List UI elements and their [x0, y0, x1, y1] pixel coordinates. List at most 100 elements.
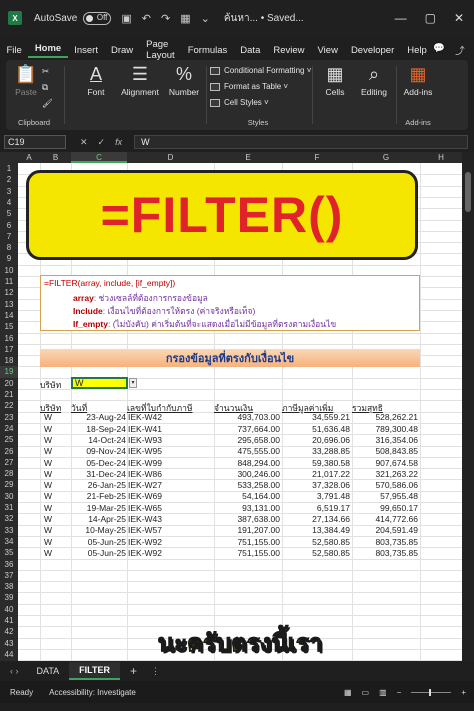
row-header[interactable]: 2 [0, 174, 18, 185]
table-cell[interactable]: 05-Dec-24 [71, 458, 126, 468]
table-cell[interactable]: W [44, 412, 52, 422]
table-cell[interactable]: IEK-W41 [128, 424, 162, 434]
row-header[interactable]: 8 [0, 242, 18, 253]
column-header[interactable]: G [352, 152, 420, 163]
row-header[interactable]: 7 [0, 231, 18, 242]
menu-review[interactable]: Review [267, 45, 311, 56]
table-cell[interactable]: 52,580.85 [282, 537, 350, 547]
row-header[interactable]: 9 [0, 253, 18, 264]
table-cell[interactable]: 848,294.00 [214, 458, 280, 468]
page-break-view-icon[interactable]: ▥ [379, 688, 387, 697]
row-header[interactable]: 40 [0, 604, 18, 615]
vertical-scrollbar[interactable] [462, 152, 474, 661]
share-icon[interactable]: ⤴ [455, 43, 465, 57]
row-header[interactable]: 36 [0, 559, 18, 570]
table-cell[interactable]: 803,735.85 [352, 537, 418, 547]
table-cell[interactable]: 09-Nov-24 [71, 446, 126, 456]
worksheet[interactable]: =FILTER() =FILTER(array, include, [if_em… [18, 163, 462, 661]
menu-file[interactable]: File [0, 45, 28, 56]
zoom-slider[interactable] [411, 688, 452, 696]
table-cell[interactable]: 387,638.00 [214, 514, 280, 524]
document-title[interactable]: ค้นหา... • Saved... [224, 11, 304, 26]
row-header[interactable]: 27 [0, 457, 18, 468]
menu-insert[interactable]: Insert [68, 45, 105, 56]
table-cell[interactable]: W [44, 525, 52, 535]
font-button[interactable]: A Font [76, 64, 116, 97]
cut-icon[interactable]: ✂ [42, 66, 49, 77]
table-cell[interactable]: IEK-W92 [128, 548, 162, 558]
scroll-thumb[interactable] [465, 172, 471, 212]
row-header[interactable]: 21 [0, 389, 18, 400]
table-cell[interactable]: 321,263.22 [352, 469, 418, 479]
table-cell[interactable]: 31-Dec-24 [71, 469, 126, 479]
row-header[interactable]: 10 [0, 265, 18, 276]
table-cell[interactable]: 54,164.00 [214, 491, 280, 501]
table-cell[interactable]: 316,354.06 [352, 435, 418, 445]
row-header[interactable]: 31 [0, 502, 18, 513]
table-cell[interactable]: 414,772.66 [352, 514, 418, 524]
table-cell[interactable]: W [44, 458, 52, 468]
cells-button[interactable]: ▦ Cells [318, 64, 352, 97]
autosave-toggle[interactable]: Off [83, 11, 112, 25]
table-cell[interactable]: W [44, 469, 52, 479]
table-cell[interactable]: 21,017.22 [282, 469, 350, 479]
row-header[interactable]: 42 [0, 626, 18, 637]
copy-icon[interactable]: ⧉ [42, 82, 48, 93]
table-cell[interactable]: 533,258.00 [214, 480, 280, 490]
tab-nav-arrows[interactable]: ‹ › [10, 666, 19, 676]
row-header[interactable]: 44 [0, 649, 18, 660]
addins-button[interactable]: ▦ Add-ins [398, 64, 438, 97]
format-painter-icon[interactable]: 🖌 [42, 98, 53, 109]
conditional-formatting-button[interactable]: Conditional Formatting ˅ [210, 66, 311, 75]
table-cell[interactable]: IEK-W92 [128, 537, 162, 547]
table-cell[interactable]: 6,519.17 [282, 503, 350, 513]
table-cell[interactable]: W [44, 491, 52, 501]
table-cell[interactable]: 789,300.48 [352, 424, 418, 434]
table-cell[interactable]: 21-Feb-25 [71, 491, 126, 501]
formula-input[interactable]: W [134, 135, 468, 149]
minimize-button[interactable]: — [395, 11, 407, 25]
column-header[interactable]: H [420, 152, 462, 163]
table-cell[interactable]: 528,262.21 [352, 412, 418, 422]
table-cell[interactable]: 493,703.00 [214, 412, 280, 422]
paste-button[interactable]: 📋 Paste [14, 64, 38, 97]
table-icon[interactable]: ▦ [180, 12, 190, 25]
tab-filter[interactable]: FILTER [69, 662, 120, 680]
row-header[interactable]: 3 [0, 186, 18, 197]
row-header[interactable]: 39 [0, 592, 18, 603]
menu-view[interactable]: View [311, 45, 344, 56]
row-header[interactable]: 33 [0, 525, 18, 536]
table-cell[interactable]: 14-Apr-25 [71, 514, 126, 524]
row-header[interactable]: 38 [0, 581, 18, 592]
table-cell[interactable]: 52,580.85 [282, 548, 350, 558]
format-as-table-button[interactable]: Format as Table ˅ [210, 82, 288, 91]
name-box[interactable]: C19 [4, 135, 66, 149]
tab-data[interactable]: DATA [27, 663, 70, 679]
row-header[interactable]: 1 [0, 163, 18, 174]
row-header[interactable]: 34 [0, 536, 18, 547]
table-cell[interactable]: W [44, 424, 52, 434]
table-cell[interactable]: 33,288.85 [282, 446, 350, 456]
table-cell[interactable]: 204,591.49 [352, 525, 418, 535]
row-header[interactable]: 35 [0, 547, 18, 558]
table-cell[interactable]: 737,664.00 [214, 424, 280, 434]
table-cell[interactable]: 295,658.00 [214, 435, 280, 445]
table-cell[interactable]: 751,155.00 [214, 548, 280, 558]
table-cell[interactable]: W [44, 480, 52, 490]
row-header[interactable]: 26 [0, 446, 18, 457]
menu-home[interactable]: Home [28, 43, 68, 58]
menu-developer[interactable]: Developer [344, 45, 400, 56]
cancel-entry-icon[interactable]: ✕ [80, 137, 88, 148]
chevron-down-icon[interactable]: ▾ [129, 378, 137, 388]
table-cell[interactable]: 19-Mar-25 [71, 503, 126, 513]
row-header[interactable]: 24 [0, 423, 18, 434]
editing-button[interactable]: ⌕ Editing [354, 64, 394, 97]
menu-formulas[interactable]: Formulas [181, 45, 234, 56]
undo-icon[interactable]: ↶ [142, 12, 151, 25]
table-cell[interactable]: 27,134.66 [282, 514, 350, 524]
column-header[interactable]: A [18, 152, 40, 163]
column-header[interactable]: C [71, 152, 127, 163]
zoom-out-icon[interactable]: − [397, 688, 402, 697]
row-header[interactable]: 37 [0, 570, 18, 581]
table-cell[interactable]: 570,586.06 [352, 480, 418, 490]
